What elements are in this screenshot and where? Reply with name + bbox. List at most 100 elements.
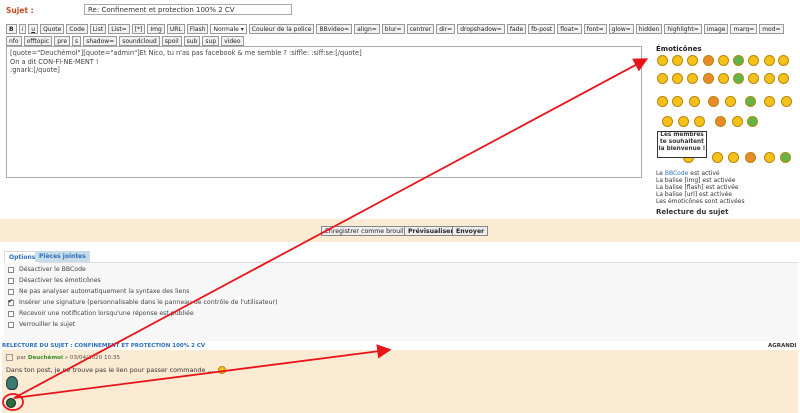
emoticon-icon[interactable] xyxy=(748,55,759,66)
emoticon-icon[interactable] xyxy=(728,152,739,163)
toolbar-button[interactable]: spoil xyxy=(161,36,182,46)
emoticon-icon[interactable] xyxy=(745,96,756,107)
toolbar-button[interactable]: List xyxy=(89,24,107,34)
emoticon-icon[interactable] xyxy=(764,73,775,84)
post-text: Dans ton post, je ne trouve pas le lien … xyxy=(6,366,226,374)
toolbar-button[interactable]: float= xyxy=(557,24,582,34)
toolbar-button[interactable]: dir= xyxy=(436,24,456,34)
option-checkbox[interactable] xyxy=(8,321,14,328)
emoticon-icon[interactable] xyxy=(745,152,756,163)
emoticon-icon[interactable] xyxy=(764,152,775,163)
toolbar-button[interactable]: Code xyxy=(66,24,88,34)
toolbar-button[interactable]: [*] xyxy=(131,24,146,34)
emoticon-icon[interactable] xyxy=(708,96,719,107)
emoticon-icon[interactable] xyxy=(732,116,743,127)
emoticon-icon[interactable] xyxy=(778,55,789,66)
post-meta: par Deuchémol » 03/04/2020 10:35 xyxy=(6,354,120,361)
font-size-select[interactable]: Normale ▾ xyxy=(210,24,247,34)
toolbar-button[interactable]: fb-post xyxy=(528,24,556,34)
toolbar-button[interactable]: pre xyxy=(54,36,71,46)
toolbar-button[interactable]: BBvideo= xyxy=(316,24,353,34)
preview-button[interactable]: Prévisualiser xyxy=(404,226,458,236)
toolbar-button[interactable]: nfo xyxy=(6,36,22,46)
option-checkbox[interactable] xyxy=(8,310,14,317)
emoticon-icon[interactable] xyxy=(748,73,759,84)
toolbar-button[interactable]: mod= xyxy=(759,24,784,34)
toolbar-button[interactable]: Flash xyxy=(186,24,209,34)
toolbar-button[interactable]: sub xyxy=(183,36,201,46)
toolbar-button[interactable]: centrer xyxy=(406,24,435,34)
option-row: Verrouiller le sujet xyxy=(8,321,75,328)
emoticon-icon[interactable] xyxy=(747,116,758,127)
option-checkbox[interactable] xyxy=(8,298,14,306)
emoticon-icon[interactable] xyxy=(657,96,668,107)
emoticon-icon[interactable] xyxy=(718,55,729,66)
emoticon-icon[interactable] xyxy=(672,55,683,66)
toolbar-button[interactable]: Couleur de la police xyxy=(248,24,315,34)
welcome-sign-emoticon[interactable]: Les membres te souhaitent la bienvenue ! xyxy=(657,131,707,158)
toolbar-button[interactable]: shadow= xyxy=(83,36,118,46)
emoticon-icon[interactable] xyxy=(764,55,775,66)
toolbar-button[interactable]: marq= xyxy=(730,24,758,34)
toolbar-button[interactable]: fade xyxy=(506,24,527,34)
save-draft-button[interactable]: Enregistrer comme brouillon xyxy=(321,226,417,236)
emoticon-icon[interactable] xyxy=(725,96,736,107)
emoticon-icon[interactable] xyxy=(703,55,714,66)
tab-attachments[interactable]: Pièces jointes xyxy=(35,251,90,262)
emoticon-icon[interactable] xyxy=(687,73,698,84)
toolbar-button[interactable]: font= xyxy=(583,24,607,34)
toolbar-button[interactable]: align= xyxy=(354,24,380,34)
emoticon-icon[interactable] xyxy=(662,116,673,127)
emoticon-icon[interactable] xyxy=(733,73,744,84)
option-checkbox[interactable] xyxy=(8,277,14,284)
toolbar-button[interactable]: u xyxy=(28,24,39,34)
toolbar-button[interactable]: dropshadow= xyxy=(457,24,505,34)
toolbar-button[interactable]: highlight= xyxy=(664,24,702,34)
emoticon-icon[interactable] xyxy=(712,152,723,163)
submit-button[interactable]: Envoyer xyxy=(452,226,489,236)
toolbar-button[interactable]: Img xyxy=(147,24,165,34)
toolbar-button[interactable]: Quote xyxy=(40,24,65,34)
toolbar-button[interactable]: List= xyxy=(108,24,130,34)
toolbar-button[interactable]: i xyxy=(18,24,27,34)
toolbar-button[interactable]: sup xyxy=(202,36,220,46)
editor-line: [quote="Deuchémol"][quote="admin"]Et Nic… xyxy=(10,49,362,57)
emoticon-icon[interactable] xyxy=(780,152,791,163)
toolbar-button[interactable]: blur= xyxy=(381,24,405,34)
subject-input[interactable]: Re: Confinement et protection 100% 2 CV xyxy=(84,4,292,15)
toolbar-button[interactable]: offtopic xyxy=(23,36,53,46)
option-checkbox[interactable] xyxy=(8,266,14,273)
emoticon-icon[interactable] xyxy=(778,73,789,84)
emoticon-icon[interactable] xyxy=(672,96,683,107)
emoticon-icon[interactable] xyxy=(689,96,700,107)
topic-review-title[interactable]: RELECTURE DU SUJET : CONFINEMENT ET PROT… xyxy=(2,343,205,349)
emoticon-icon[interactable] xyxy=(687,55,698,66)
toolbar-button[interactable]: hidden xyxy=(635,24,663,34)
emoticon-icon[interactable] xyxy=(733,55,744,66)
toolbar-button[interactable]: soundcloud xyxy=(119,36,160,46)
toolbar-button[interactable]: B xyxy=(6,24,17,34)
emoticon-icon[interactable] xyxy=(678,116,689,127)
option-checkbox[interactable] xyxy=(8,288,14,295)
emoticon-icon[interactable] xyxy=(764,96,775,107)
editor-line: :gnark:[/quote] xyxy=(10,66,60,75)
bbcode-link[interactable]: BBCode xyxy=(665,170,689,177)
emoticon-icon[interactable] xyxy=(703,73,714,84)
emoticon-icon[interactable] xyxy=(718,73,729,84)
emoticon-icon[interactable] xyxy=(657,55,668,66)
message-editor[interactable]: [quote="Deuchémol"][quote="admin"]Et Nic… xyxy=(6,46,642,178)
toolbar-button[interactable]: URL xyxy=(166,24,185,34)
emoticon-icon[interactable] xyxy=(657,73,668,84)
toolbar-button[interactable]: s xyxy=(72,36,82,46)
toolbar-button[interactable]: image xyxy=(703,24,729,34)
expand-view-link[interactable]: AGRANDI xyxy=(768,343,796,349)
emoticon-icon[interactable] xyxy=(715,116,726,127)
topic-review-heading: Relecture du sujet xyxy=(656,208,729,216)
option-label: Ne pas analyser automatiquement la synta… xyxy=(19,288,190,295)
emoticon-icon[interactable] xyxy=(781,96,792,107)
post-author[interactable]: Deuchémol xyxy=(28,355,63,361)
emoticon-icon[interactable] xyxy=(672,73,683,84)
emoticon-icon[interactable] xyxy=(694,116,705,127)
toolbar-button[interactable]: glow= xyxy=(608,24,634,34)
toolbar-button[interactable]: video xyxy=(221,36,244,46)
